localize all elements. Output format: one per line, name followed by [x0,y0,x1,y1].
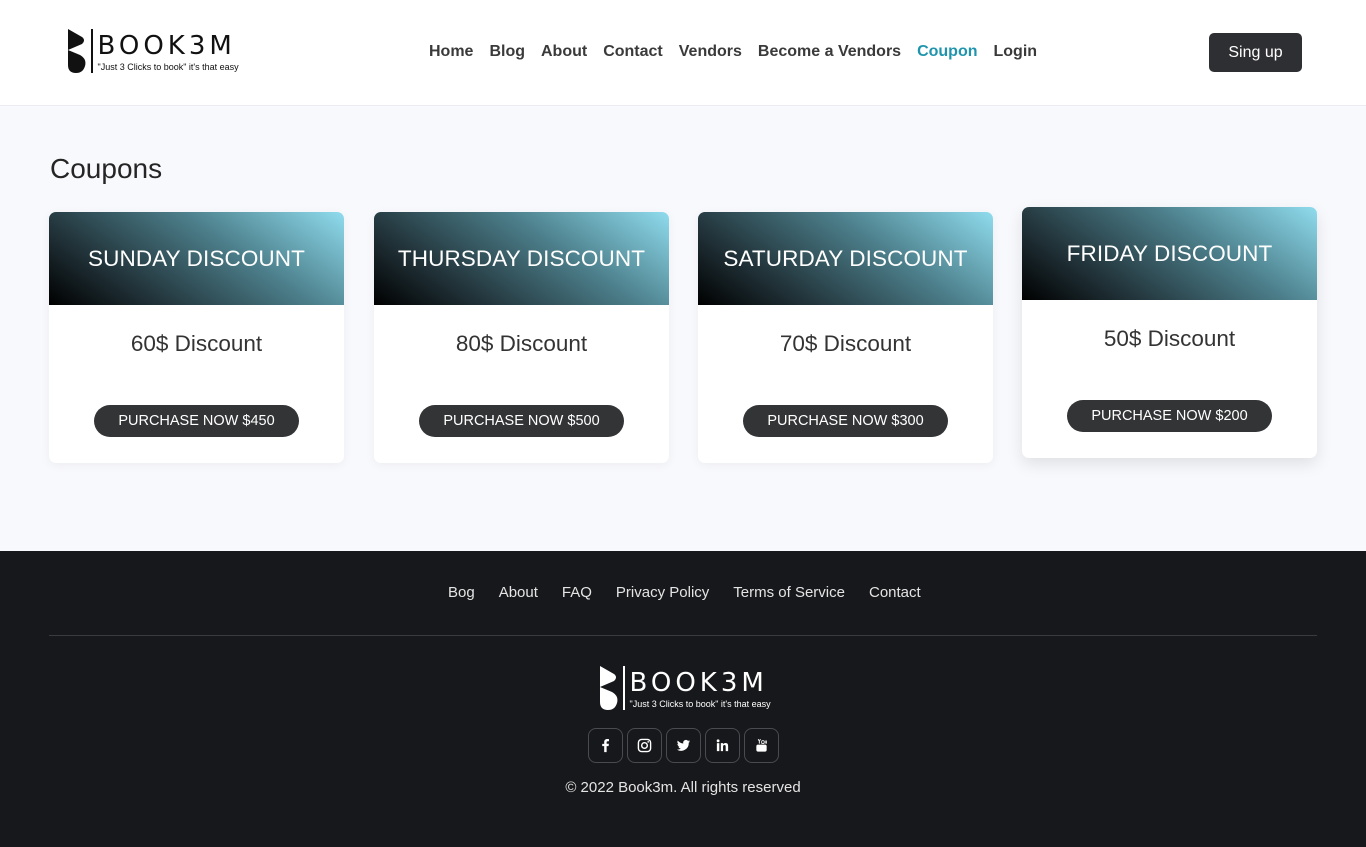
coupon-card-header: THURSDAY DISCOUNT [374,212,669,305]
nav-login[interactable]: Login [986,40,1046,64]
coupon-discount: 60$ Discount [130,331,263,356]
copyright-text: © 2022 Book3m. All rights reserved [565,779,801,796]
footer-divider [49,635,1317,636]
youtube-link[interactable] [744,728,779,763]
coupon-name: THURSDAY DISCOUNT [397,245,646,271]
footer-link-contact[interactable]: Contact [857,583,933,603]
footer-links: Bog About FAQ Privacy Policy Terms of Se… [436,583,933,603]
nav-become-vendor[interactable]: Become a Vendors [750,40,909,64]
coupon-card: SATURDAY DISCOUNT 70$ Discount PURCHASE … [698,212,993,463]
purchase-button[interactable]: PURCHASE NOW $200 [1067,400,1272,432]
coupon-discount: 50$ Discount [1103,326,1236,351]
logo-mark-icon [68,29,86,73]
logo-text: BOOK3M "Just 3 Clicks to book" it's that… [630,665,771,709]
coupon-card-header: FRIDAY DISCOUNT [1022,207,1317,300]
linkedin-icon [716,739,729,752]
facebook-link[interactable] [588,728,623,763]
linkedin-link[interactable] [705,728,740,763]
facebook-icon [602,739,609,753]
coupon-discount: 80$ Discount [455,331,588,356]
logo-tagline: "Just 3 Clicks to book" it's that easy [629,699,771,709]
footer-link-blog[interactable]: Bog [436,583,487,603]
coupon-name: SUNDAY DISCOUNT [88,245,305,271]
purchase-button[interactable]: PURCHASE NOW $500 [419,405,624,437]
logo-mark-icon [600,666,618,710]
twitter-icon [676,739,691,751]
nav-vendors[interactable]: Vendors [671,40,750,64]
youtube-icon [756,739,767,752]
nav-coupon[interactable]: Coupon [909,40,985,64]
logo-text: BOOK3M "Just 3 Clicks to book" it's that… [98,28,239,72]
brand-logo[interactable]: BOOK3M "Just 3 Clicks to book" it's that… [66,28,241,76]
main-nav: Home Blog About Contact Vendors Become a… [421,40,1045,64]
twitter-link[interactable] [666,728,701,763]
footer-link-about[interactable]: About [487,583,550,603]
site-header: BOOK3M "Just 3 Clicks to book" it's that… [0,0,1366,106]
logo-divider [623,666,625,710]
coupon-card-header: SATURDAY DISCOUNT [698,212,993,305]
logo-wordmark: BOOK3M [97,31,236,61]
coupon-name: FRIDAY DISCOUNT [1066,240,1273,266]
logo-wordmark: BOOK3M [629,668,768,698]
nav-about[interactable]: About [533,40,595,64]
coupon-card: FRIDAY DISCOUNT 50$ Discount PURCHASE NO… [1022,207,1317,458]
social-links [588,728,783,763]
coupon-card-header: SUNDAY DISCOUNT [49,212,344,305]
coupon-card: THURSDAY DISCOUNT 80$ Discount PURCHASE … [374,212,669,463]
logo-divider [91,29,93,73]
coupon-card: SUNDAY DISCOUNT 60$ Discount PURCHASE NO… [49,212,344,463]
coupon-name: SATURDAY DISCOUNT [723,245,968,271]
nav-home[interactable]: Home [421,40,481,64]
instagram-icon [637,738,652,753]
footer-link-terms[interactable]: Terms of Service [721,583,857,603]
site-footer: Bog About FAQ Privacy Policy Terms of Se… [0,551,1366,847]
purchase-button[interactable]: PURCHASE NOW $300 [743,405,948,437]
purchase-button[interactable]: PURCHASE NOW $450 [94,405,299,437]
nav-contact[interactable]: Contact [595,40,671,64]
instagram-link[interactable] [627,728,662,763]
logo-tagline: "Just 3 Clicks to book" it's that easy [97,62,239,72]
nav-blog[interactable]: Blog [481,40,533,64]
footer-logo[interactable]: BOOK3M "Just 3 Clicks to book" it's that… [598,665,778,713]
page-title: Coupons [50,153,163,184]
coupon-discount: 70$ Discount [779,331,912,356]
footer-link-privacy[interactable]: Privacy Policy [604,583,721,603]
signup-button[interactable]: Sing up [1209,33,1302,72]
footer-link-faq[interactable]: FAQ [550,583,604,603]
